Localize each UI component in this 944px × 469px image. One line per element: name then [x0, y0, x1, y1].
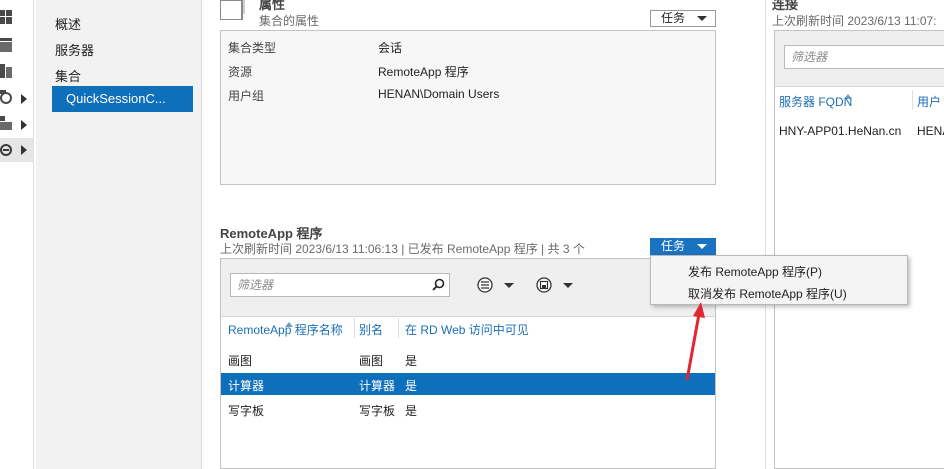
table-row[interactable]: 写字板 写字板 是 — [221, 398, 715, 420]
remoteapp-filter-input[interactable]: 筛选器 — [230, 273, 450, 297]
search-icon[interactable] — [432, 278, 445, 294]
navigation-pane: 概述 服务器 集合 QuickSessionC... — [36, 0, 202, 469]
column-divider[interactable] — [354, 318, 355, 338]
cell-name: 画图 — [228, 354, 253, 368]
remoteapp-subtitle: 上次刷新时间 2023/6/13 11:06:13 | 已发布 RemoteAp… — [220, 242, 585, 256]
connections-subtitle: 上次刷新时间 2023/6/13 11:07: — [772, 14, 937, 28]
cell-visible: 是 — [405, 404, 418, 418]
column-divider[interactable] — [912, 90, 913, 110]
view-options-icon[interactable] — [477, 277, 515, 296]
column-header-rdweb-visible[interactable]: 在 RD Web 访问中可见 — [405, 321, 529, 338]
property-value: 会话 — [378, 41, 403, 55]
nav-item-collections[interactable]: 集合 — [55, 66, 81, 85]
properties-tasks-button[interactable]: 任务 — [650, 10, 716, 27]
nav-item-overview[interactable]: 概述 — [55, 14, 81, 33]
main-content: 属性 集合的属性 任务 集合类型 会话 资源 RemoteApp 程序 用户组 … — [203, 0, 766, 469]
chevron-down-icon — [697, 16, 707, 21]
cell-alias: 写字板 — [359, 404, 396, 418]
property-key: 用户组 — [228, 89, 265, 103]
cell-alias: 计算器 — [359, 379, 396, 393]
connections-panel: 连接 上次刷新时间 2023/6/13 11:07: 筛选器 服务器 FQDN … — [766, 0, 944, 469]
tasks-label: 任务 — [661, 11, 686, 25]
iis-icon[interactable] — [0, 116, 14, 130]
column-header-name[interactable]: RemoteApp 程序名称 — [228, 321, 343, 338]
tasks-label: 任务 — [661, 239, 686, 253]
cell-user: HENA — [917, 124, 944, 138]
tasks-dropdown-menu: 发布 RemoteApp 程序(P) 取消发布 RemoteApp 程序(U) — [650, 255, 908, 305]
chevron-down-icon — [697, 244, 707, 249]
column-divider[interactable] — [398, 318, 399, 338]
expand-icon[interactable] — [21, 145, 27, 155]
property-value: HENAN\Domain Users — [378, 87, 500, 101]
column-header-user[interactable]: 用户 — [917, 93, 941, 110]
dashboard-icon[interactable] — [0, 10, 14, 24]
properties-box: 集合类型 会话 资源 RemoteApp 程序 用户组 HENAN\Domain… — [220, 30, 716, 185]
property-key: 集合类型 — [228, 41, 277, 55]
cell-server: HNY-APP01.HeNan.cn — [779, 124, 902, 138]
expand-icon[interactable] — [21, 94, 27, 104]
column-header-alias[interactable]: 别名 — [359, 321, 383, 338]
property-key: 资源 — [228, 65, 253, 79]
table-row[interactable]: 画图 画图 是 — [221, 348, 715, 370]
cell-visible: 是 — [405, 354, 418, 368]
file-storage-icon[interactable] — [0, 90, 14, 104]
menu-item-publish-remoteapp[interactable]: 发布 RemoteApp 程序(P) — [688, 263, 822, 280]
property-value: RemoteApp 程序 — [378, 65, 469, 79]
cell-name: 写字板 — [228, 404, 265, 418]
nav-item-selected-collection[interactable]: QuickSessionC... — [52, 86, 193, 112]
remoteapp-list: 筛选器 RemoteApp 程序名称 别名 在 RD Web 访问中可见 画图 … — [220, 258, 716, 469]
properties-subtitle: 集合的属性 — [259, 14, 320, 28]
annotation-arrow-icon — [685, 302, 705, 381]
server-manager-icon-bar — [0, 0, 34, 469]
all-servers-icon[interactable] — [0, 64, 14, 78]
cell-name: 计算器 — [228, 379, 265, 393]
expand-icon[interactable] — [21, 120, 27, 130]
column-header-server-fqdn[interactable]: 服务器 FQDN — [779, 93, 852, 110]
save-query-icon[interactable] — [536, 277, 574, 296]
connections-filter-input[interactable]: 筛选器 — [784, 45, 944, 69]
remoteapp-tasks-button[interactable]: 任务 — [650, 238, 716, 255]
connections-list: 筛选器 服务器 FQDN 用户 HNY-APP01.HeNan.cn HENA — [774, 30, 944, 469]
cell-visible: 是 — [405, 379, 418, 393]
cell-alias: 画图 — [359, 354, 384, 368]
remote-desktop-services-icon[interactable] — [0, 143, 14, 157]
nav-item-servers[interactable]: 服务器 — [55, 40, 94, 59]
local-server-icon[interactable] — [0, 38, 14, 52]
table-row-selected[interactable]: 计算器 计算器 是 — [221, 373, 715, 395]
menu-item-unpublish-remoteapp[interactable]: 取消发布 RemoteApp 程序(U) — [688, 285, 847, 302]
properties-icon — [219, 0, 246, 21]
